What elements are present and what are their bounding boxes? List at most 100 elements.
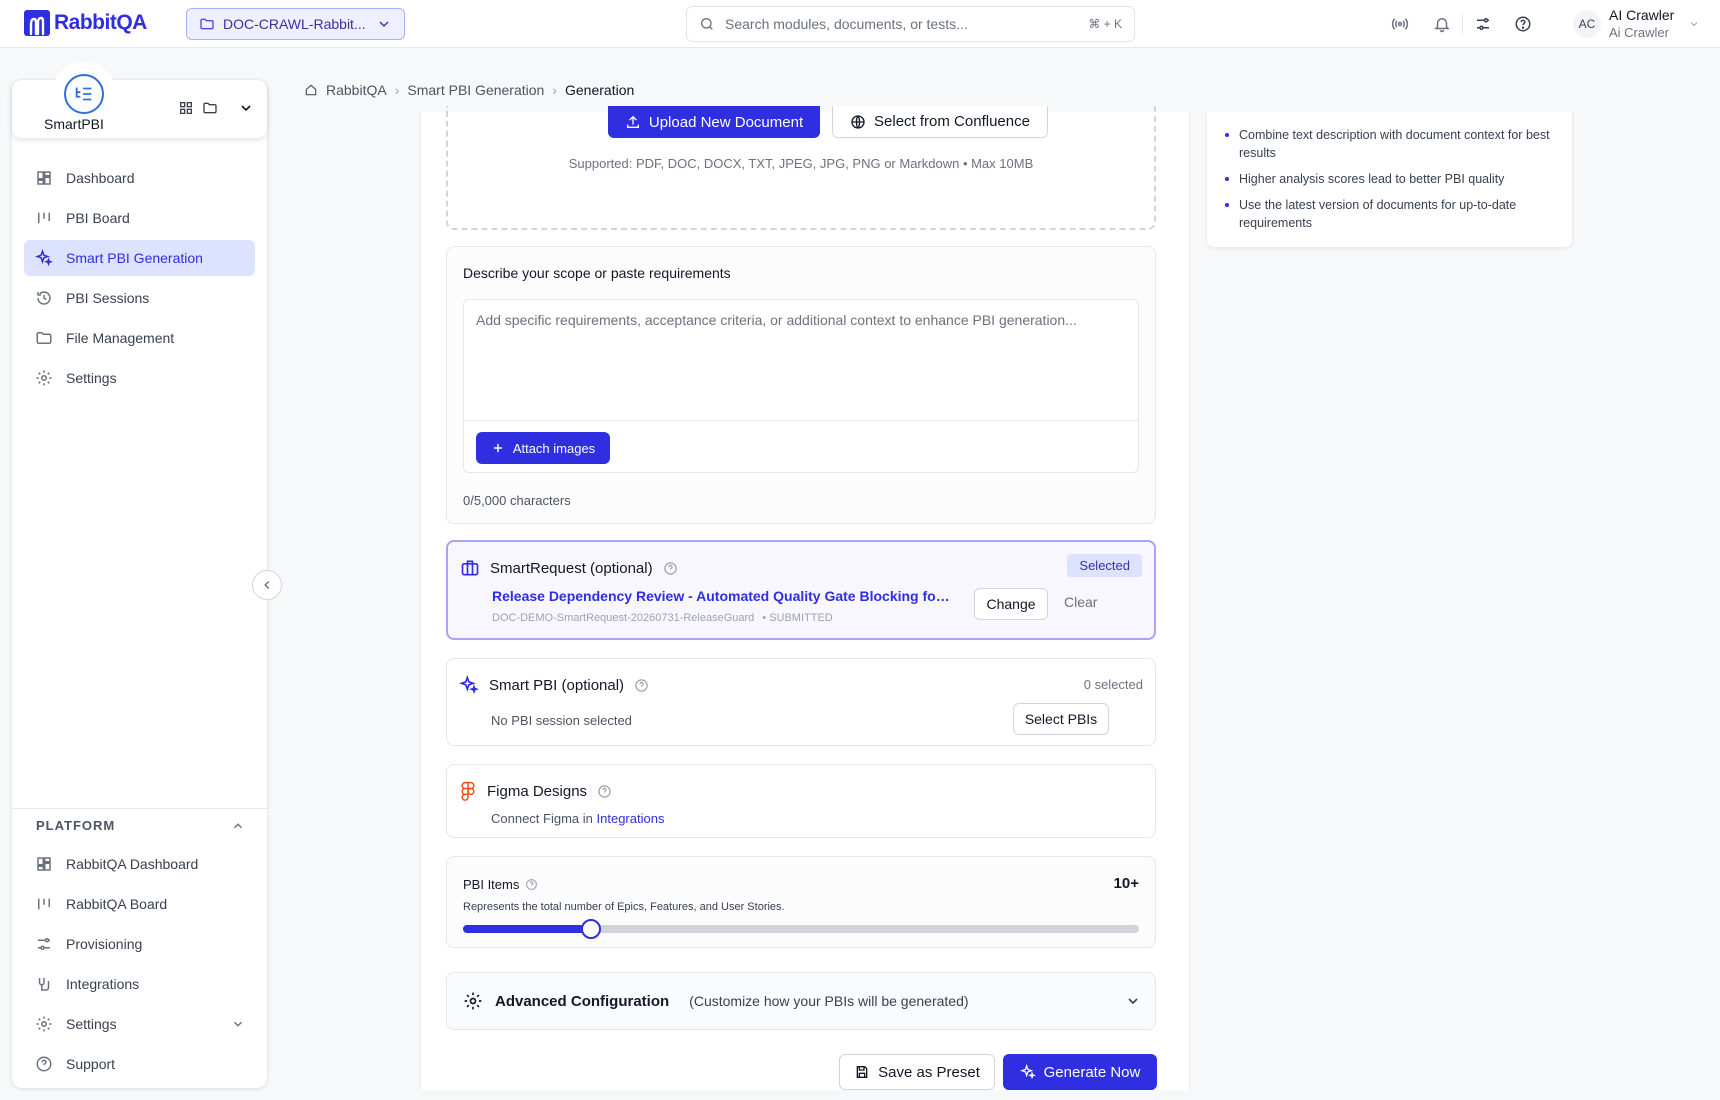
nav-item-settings[interactable]: Settings [24,360,255,396]
user-name: AI Crawler [1609,7,1675,23]
clear-button[interactable]: Clear [1064,594,1097,610]
folder-icon[interactable] [202,100,218,116]
project-selector[interactable]: DOC-CRAWL-Rabbit... [186,8,405,40]
change-button[interactable]: Change [974,588,1048,620]
nav-label: RabbitQA Board [66,896,168,912]
smart-pbi-header: Smart PBI (optional) [459,675,649,695]
global-search[interactable]: ⌘ + K [686,6,1135,42]
customize-icon[interactable] [1471,12,1495,36]
advanced-title: Advanced Configuration [495,992,670,1010]
advanced-configuration[interactable]: Advanced Configuration (Customize how yo… [446,972,1156,1030]
grid-icon[interactable] [178,100,194,116]
user-subtitle: Ai Crawler [1609,25,1669,40]
sparkle-icon [34,248,54,268]
brand-name: RabbitQA [54,11,147,34]
search-icon [699,16,715,32]
help-icon[interactable] [525,878,538,891]
select-pbis-button[interactable]: Select PBIs [1013,703,1109,735]
nav-item-integrations[interactable]: Integrations [24,966,255,1002]
figma-card: Figma Designs Connect Figma in Integrati… [446,764,1156,838]
figma-icon [459,781,477,801]
chevron-down-icon [376,16,392,32]
sidebar: SmartPBI Dashboard PBI Board Smart PBI G… [12,62,267,1088]
upload-dropzone[interactable]: Upload New Document Select from Confluen… [446,106,1156,230]
broadcast-icon[interactable] [1388,12,1412,36]
chevron-down-icon [1688,18,1700,30]
nav-item-provisioning[interactable]: Provisioning [24,926,255,962]
figma-title: Figma Designs [487,782,588,800]
integrations-link[interactable]: Integrations [597,811,665,826]
figma-connect-prefix: Connect Figma in [491,811,593,826]
brand-logo[interactable]: RabbitQA [24,10,147,36]
folder-icon [199,16,215,32]
user-menu[interactable]: AC AI Crawler Ai Crawler [1573,6,1700,41]
gear-icon [463,991,483,1011]
attach-images-label: Attach images [512,440,596,456]
nav-item-pbi-sessions[interactable]: PBI Sessions [24,280,255,316]
smartrequest-id: DOC-DEMO-SmartRequest-20260731-ReleaseGu… [492,612,755,624]
scope-title: Describe your scope or paste requirement… [463,265,731,281]
generate-now-label: Generate Now [1043,1063,1141,1081]
nav-item-pbi-board[interactable]: PBI Board [24,200,255,236]
chevron-down-icon [1125,993,1141,1009]
plug-icon [34,974,54,994]
top-actions [1388,12,1535,36]
sidebar-collapse-button[interactable] [252,570,282,600]
briefcase-icon [460,558,480,578]
nav-item-file-management[interactable]: File Management [24,320,255,356]
help-icon[interactable] [634,678,649,693]
smart-pbi-title: Smart PBI (optional) [489,676,625,694]
figma-header: Figma Designs [459,781,612,801]
figma-connect-text: Connect Figma in Integrations [491,811,664,826]
smartrequest-meta: DOC-DEMO-SmartRequest-20260731-ReleaseGu… [492,612,833,624]
pbi-items-card: PBI Items 10+ Represents the total numbe… [446,856,1156,948]
save-preset-button[interactable]: Save as Preset [839,1054,995,1090]
smartrequest-title: SmartRequest (optional) [490,559,653,577]
upload-document-button[interactable]: Upload New Document [608,106,820,138]
smartrequest-link[interactable]: Release Dependency Review - Automated Qu… [492,588,952,604]
smart-pbi-card: Smart PBI (optional) 0 selected No PBI s… [446,658,1156,746]
select-confluence-label: Select from Confluence [874,113,1030,130]
breadcrumb: RabbitQA › Smart PBI Generation › Genera… [304,82,634,98]
nav-item-platform-settings[interactable]: Settings [24,1006,255,1042]
nav-item-smart-pbi-generation[interactable]: Smart PBI Generation [24,240,255,276]
generation-form: Upload New Document Select from Confluen… [420,106,1190,1090]
nav-item-dashboard[interactable]: Dashboard [24,160,255,196]
slider-thumb[interactable] [581,919,602,939]
select-confluence-button[interactable]: Select from Confluence [832,106,1048,138]
platform-heading[interactable]: PLATFORM [24,818,255,833]
pbi-items-slider[interactable] [463,919,1139,939]
folder-icon [34,328,54,348]
platform-nav: RabbitQA Dashboard RabbitQA Board Provis… [24,846,255,1086]
slider-fill [463,925,592,933]
scope-textarea[interactable] [464,300,1138,420]
breadcrumb-separator: › [552,82,557,98]
breadcrumb-separator: › [394,82,400,98]
help-circle-icon[interactable] [1511,12,1535,36]
nav-item-support[interactable]: Support [24,1046,255,1082]
breadcrumb-parent[interactable]: Smart PBI Generation [407,82,544,98]
pbi-items-label-row: PBI Items [463,877,538,892]
bell-icon[interactable] [1430,12,1454,36]
nav-item-rabbitqa-dashboard[interactable]: RabbitQA Dashboard [24,846,255,882]
status-badge: Selected [1067,554,1142,577]
search-shortcut: ⌘ + K [1088,17,1122,31]
help-icon[interactable] [663,561,678,576]
toolbar-divider [1462,14,1463,34]
tip-item: Use the latest version of documents for … [1223,196,1563,232]
generate-now-button[interactable]: Generate Now [1003,1054,1157,1090]
nav-item-rabbitqa-board[interactable]: RabbitQA Board [24,886,255,922]
plus-icon [491,441,505,455]
app-nav: Dashboard PBI Board Smart PBI Generation… [24,160,255,400]
sparkle-icon [1019,1064,1036,1080]
search-input[interactable] [725,16,1079,32]
smartrequest-status: • SUBMITTED [762,612,833,624]
tips-card: Combine text description with document c… [1206,112,1573,248]
sparkle-icon [459,675,479,695]
chevron-down-icon[interactable] [238,100,254,116]
breadcrumb-root[interactable]: RabbitQA [326,82,387,98]
attach-images-button[interactable]: Attach images [476,432,610,464]
help-icon[interactable] [597,784,612,799]
tips-list: Combine text description with document c… [1223,126,1563,240]
gear-icon [34,1014,54,1034]
